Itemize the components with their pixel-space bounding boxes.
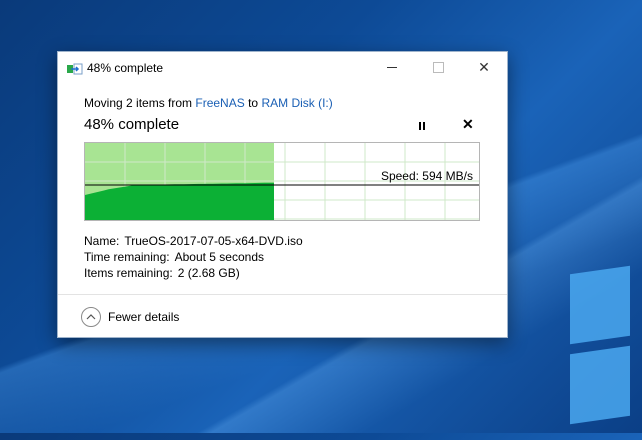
chevron-up-icon xyxy=(81,307,101,327)
name-label: Name: xyxy=(84,234,120,248)
fewer-details-label: Fewer details xyxy=(108,310,180,324)
file-copy-dialog: 48% complete ✕ Moving 2 items from FreeN… xyxy=(57,51,508,338)
copy-progress-icon xyxy=(67,63,83,75)
transfer-speed-graph: Speed: 594 MB/s xyxy=(84,142,480,221)
pause-icon xyxy=(419,122,421,130)
items-remaining-row: Items remaining: 2 (2.68 GB) xyxy=(84,265,303,281)
to-word: to xyxy=(248,96,259,110)
close-icon: ✕ xyxy=(478,59,490,75)
moving-description: Moving 2 items from FreeNAS to RAM Disk … xyxy=(84,96,333,110)
pause-icon-bar xyxy=(423,122,425,130)
items-remaining-value: 2 (2.68 GB) xyxy=(177,266,240,280)
moving-prefix: Moving 2 items from xyxy=(84,96,193,110)
name-row: Name: TrueOS-2017-07-05-x64-DVD.iso xyxy=(84,233,303,249)
source-link[interactable]: FreeNAS xyxy=(195,96,244,110)
cancel-button[interactable]: ✕ xyxy=(462,116,474,133)
minimize-icon xyxy=(387,67,397,68)
separator xyxy=(58,294,507,295)
pause-button[interactable] xyxy=(414,119,430,133)
time-remaining-row: Time remaining: About 5 seconds xyxy=(84,249,303,265)
items-remaining-label: Items remaining: xyxy=(84,266,173,280)
destination-link[interactable]: RAM Disk (I:) xyxy=(261,96,332,110)
time-remaining-label: Time remaining: xyxy=(84,250,170,264)
time-remaining-value: About 5 seconds xyxy=(174,250,264,264)
close-button[interactable]: ✕ xyxy=(461,52,507,83)
transfer-details: Name: TrueOS-2017-07-05-x64-DVD.iso Time … xyxy=(84,233,303,281)
name-value: TrueOS-2017-07-05-x64-DVD.iso xyxy=(124,234,303,248)
fewer-details-button[interactable]: Fewer details xyxy=(81,307,179,327)
minimize-button[interactable] xyxy=(369,52,415,83)
maximize-icon xyxy=(432,62,444,73)
speed-label: Speed: 594 MB/s xyxy=(380,169,473,183)
maximize-button[interactable] xyxy=(415,52,461,83)
windows-logo-wallpaper xyxy=(520,240,642,440)
percent-complete-heading: 48% complete xyxy=(84,116,180,133)
titlebar[interactable]: 48% complete ✕ xyxy=(58,52,507,83)
window-title: 48% complete xyxy=(87,61,164,75)
cancel-icon: ✕ xyxy=(462,116,474,132)
